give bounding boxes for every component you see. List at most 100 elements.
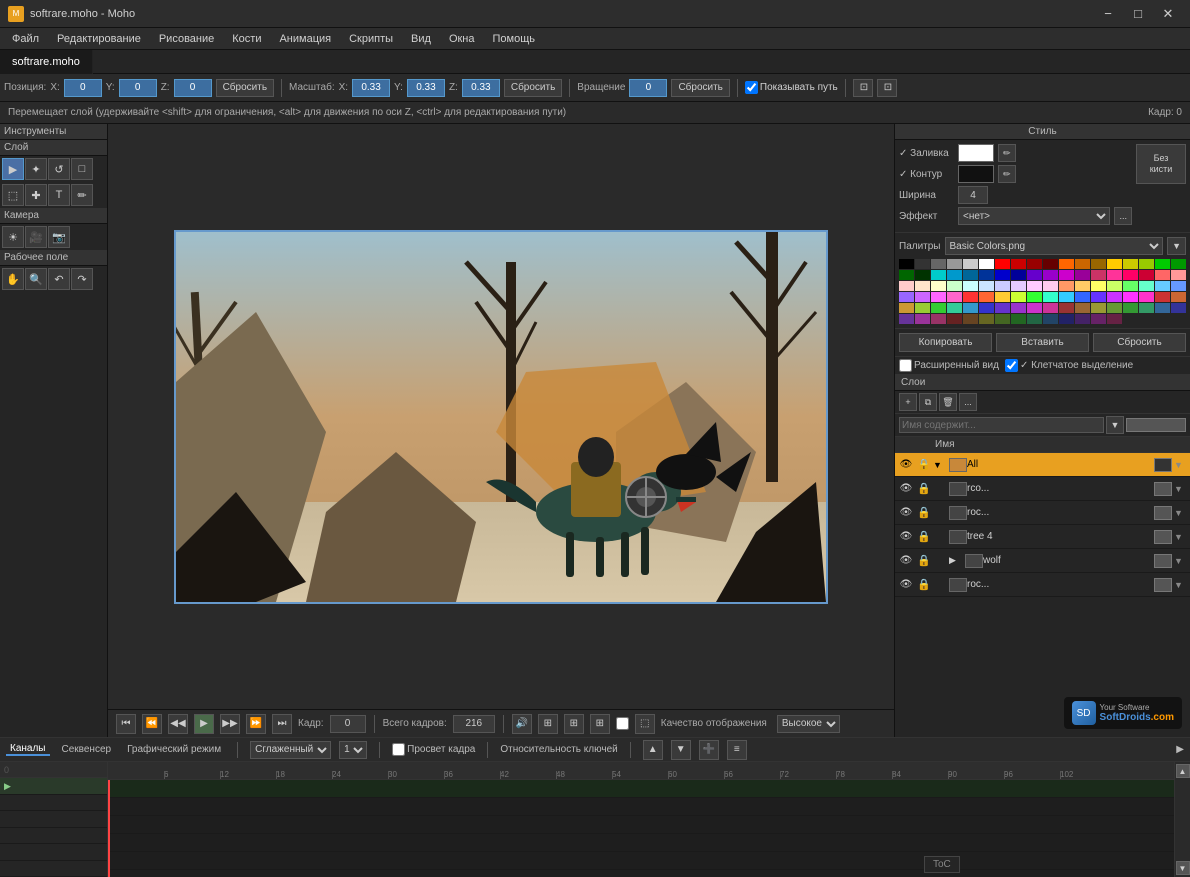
color-cell[interactable] [899, 292, 914, 302]
tool-zoom[interactable]: 🔍 [25, 268, 47, 290]
menu-[interactable]: Редактирование [49, 28, 149, 50]
reset-rot-button[interactable]: Сбросить [671, 79, 729, 97]
color-cell[interactable] [1155, 292, 1170, 302]
interp-select[interactable]: 1 [339, 741, 367, 759]
color-cell[interactable] [931, 259, 946, 269]
tl-prev-btn[interactable]: ▲ [643, 740, 663, 760]
show-path-checkbox[interactable]: Показывать путь [745, 81, 838, 94]
color-cell[interactable] [947, 259, 962, 269]
color-cell[interactable] [915, 270, 930, 280]
color-cell[interactable] [1043, 259, 1058, 269]
color-cell[interactable] [947, 292, 962, 302]
layer-color-0[interactable] [1154, 458, 1172, 472]
color-cell[interactable] [963, 303, 978, 313]
color-cell[interactable] [963, 292, 978, 302]
color-cell[interactable] [1139, 270, 1154, 280]
play-btn[interactable]: ▶ [194, 714, 214, 734]
tab-softrare[interactable]: softrare.moho [0, 50, 93, 74]
layer-eye-0[interactable]: 👁 [897, 456, 915, 474]
reset-scale-button[interactable]: Сбросить [504, 79, 562, 97]
color-cell[interactable] [931, 314, 946, 324]
audio-btn[interactable]: 🔊 [512, 714, 532, 734]
layer-color-3[interactable] [1154, 530, 1172, 544]
tool-undo-ws[interactable]: ↶ [48, 268, 70, 290]
step-back-btn[interactable]: ◀◀ [168, 714, 188, 734]
layer-row[interactable]: 👁 🔒 rco... ▼ [895, 477, 1190, 501]
tool-redo-ws[interactable]: ↷ [71, 268, 93, 290]
layer-lock-5[interactable]: 🔒 [915, 576, 933, 594]
tab-channels[interactable]: Каналы [6, 743, 50, 756]
color-cell[interactable] [1091, 259, 1106, 269]
copy-button[interactable]: Копировать [899, 333, 992, 352]
contour-color-btn[interactable]: ✏ [998, 165, 1016, 183]
color-cell[interactable] [1171, 259, 1186, 269]
layer-lock-0[interactable]: 🔒 [915, 456, 933, 474]
sx-input[interactable] [352, 79, 390, 97]
layer-filter-input[interactable] [899, 417, 1104, 433]
color-cell[interactable] [995, 292, 1010, 302]
close-button[interactable]: ✕ [1154, 4, 1182, 24]
color-cell[interactable] [1059, 314, 1074, 324]
color-cell[interactable] [963, 270, 978, 280]
quality-select[interactable]: Высокое Среднее [777, 715, 840, 733]
reset-pos-button[interactable]: Сбросить [216, 79, 274, 97]
tl-next-btn[interactable]: ▼ [671, 740, 691, 760]
color-cell[interactable] [947, 314, 962, 324]
rot-input[interactable] [629, 79, 667, 97]
layer-row[interactable]: 👁 🔒 roc... ▼ [895, 573, 1190, 597]
color-cell[interactable] [947, 281, 962, 291]
color-cell[interactable] [979, 270, 994, 280]
layer-more-btn[interactable]: ... [959, 393, 977, 411]
quality-checkbox[interactable] [616, 717, 629, 730]
next-frame-btn[interactable]: ⏩ [246, 714, 266, 734]
sy-input[interactable] [407, 79, 445, 97]
color-cell[interactable] [1107, 259, 1122, 269]
total-input[interactable] [453, 715, 495, 733]
color-cell[interactable] [1171, 303, 1186, 313]
color-cell[interactable] [915, 314, 930, 324]
x-input[interactable] [64, 79, 102, 97]
grid-btn-2[interactable]: ⊞ [564, 714, 584, 734]
color-cell[interactable] [979, 259, 994, 269]
color-cell[interactable] [995, 281, 1010, 291]
color-cell[interactable] [1075, 270, 1090, 280]
color-cell[interactable] [1011, 259, 1026, 269]
color-cell[interactable] [1171, 270, 1186, 280]
color-cell[interactable] [1027, 281, 1042, 291]
maximize-button[interactable]: □ [1124, 4, 1152, 24]
color-cell[interactable] [1091, 270, 1106, 280]
color-cell[interactable] [899, 303, 914, 313]
grid-btn-3[interactable]: ⊞ [590, 714, 610, 734]
layer-eye-5[interactable]: 👁 [897, 576, 915, 594]
tool-shape[interactable]: □ [71, 158, 93, 180]
color-cell[interactable] [1139, 303, 1154, 313]
grid-btn-1[interactable]: ⊞ [538, 714, 558, 734]
color-cell[interactable] [1107, 314, 1122, 324]
layer-lock-4[interactable]: 🔒 [915, 552, 933, 570]
tool-text[interactable]: T [48, 184, 70, 206]
tab-sequencer[interactable]: Секвенсер [58, 744, 116, 755]
color-cell[interactable] [1171, 292, 1186, 302]
color-cell[interactable] [1011, 314, 1026, 324]
color-cell[interactable] [1027, 303, 1042, 313]
palette-expand-btn[interactable]: ▼ [1167, 237, 1186, 255]
tool-cam2[interactable]: 🎥 [25, 226, 47, 248]
y-input[interactable] [119, 79, 157, 97]
layer-color-2[interactable] [1154, 506, 1172, 520]
layer-row[interactable]: 👁 🔒 ▼ All ▼ [895, 453, 1190, 477]
color-cell[interactable] [1075, 259, 1090, 269]
layer-row[interactable]: 👁 🔒 tree 4 ▼ [895, 525, 1190, 549]
palette-select[interactable]: Basic Colors.png [945, 237, 1164, 255]
layer-row[interactable]: 👁 🔒 ▶ wolf ▼ [895, 549, 1190, 573]
color-cell[interactable] [947, 303, 962, 313]
color-cell[interactable] [1027, 314, 1042, 324]
color-cell[interactable] [1091, 314, 1106, 324]
layer-eye-3[interactable]: 👁 [897, 528, 915, 546]
color-cell[interactable] [1107, 303, 1122, 313]
tl-menu-btn[interactable]: ≡ [727, 740, 747, 760]
prev-frame-btn[interactable]: ⏪ [142, 714, 162, 734]
canvas-viewport[interactable] [108, 124, 894, 709]
color-cell[interactable] [1091, 281, 1106, 291]
brush-button[interactable]: Безкисти [1136, 144, 1186, 184]
color-cell[interactable] [1139, 281, 1154, 291]
